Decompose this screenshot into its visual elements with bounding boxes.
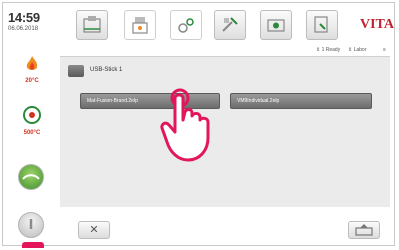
toolbar-settings-button[interactable] [170,10,202,40]
firing-program-icon [83,16,101,33]
clock-time: 14:59 [8,10,40,25]
cancel-button[interactable]: ✕ [78,221,110,239]
file-browser-panel: USB-Stick 1 Mat-Fusion-Brand.2elp VM9Ind… [60,56,390,207]
clock-date: 06.06.2018 [8,26,39,32]
tools-icon [222,17,238,32]
toolbar-tools-button[interactable] [214,10,246,40]
left-sidebar: 20°C 500°C [0,48,60,248]
page-indicator-tab[interactable] [22,242,44,248]
furnace-temperature: 500°C [23,130,41,136]
export-icon [355,224,373,236]
toolbar-media-button[interactable] [260,10,292,40]
vacuum-button[interactable] [18,164,44,190]
toolbar-assistant-button[interactable] [306,10,338,40]
file-item[interactable]: VM9Individual.2elp [230,93,372,109]
usb-drive-icon [68,65,84,77]
usb-drive-label: USB-Stick 1 [90,67,123,73]
settings-gear-icon [178,18,194,33]
flame-icon [26,56,38,70]
furnace-icon [132,17,148,34]
touch-hand-icon [160,88,210,162]
flame-status: 20°C [16,56,48,84]
sort-labor-button[interactable]: ⇕ Labor [348,47,366,53]
power-icon [29,219,33,229]
heating-status: 500°C [16,106,48,136]
toolbar-furnace-button[interactable] [124,10,156,40]
clock: 14:59 06.06.2018 [8,10,40,32]
close-icon: ✕ [89,224,99,236]
export-button[interactable] [348,221,380,239]
toolbar-programs-button[interactable] [76,10,108,40]
vacuum-icon [22,174,40,180]
power-button[interactable] [18,212,44,238]
heating-element-icon [23,106,41,124]
standby-temperature: 20°C [25,78,39,84]
vita-logo: VITA [360,17,394,32]
sort-menu-icon[interactable]: ≡ [383,47,386,53]
assistant-icon [314,16,328,33]
sort-ready-button[interactable]: ⇕ 1 Ready [316,47,340,53]
camera-icon [267,19,285,32]
